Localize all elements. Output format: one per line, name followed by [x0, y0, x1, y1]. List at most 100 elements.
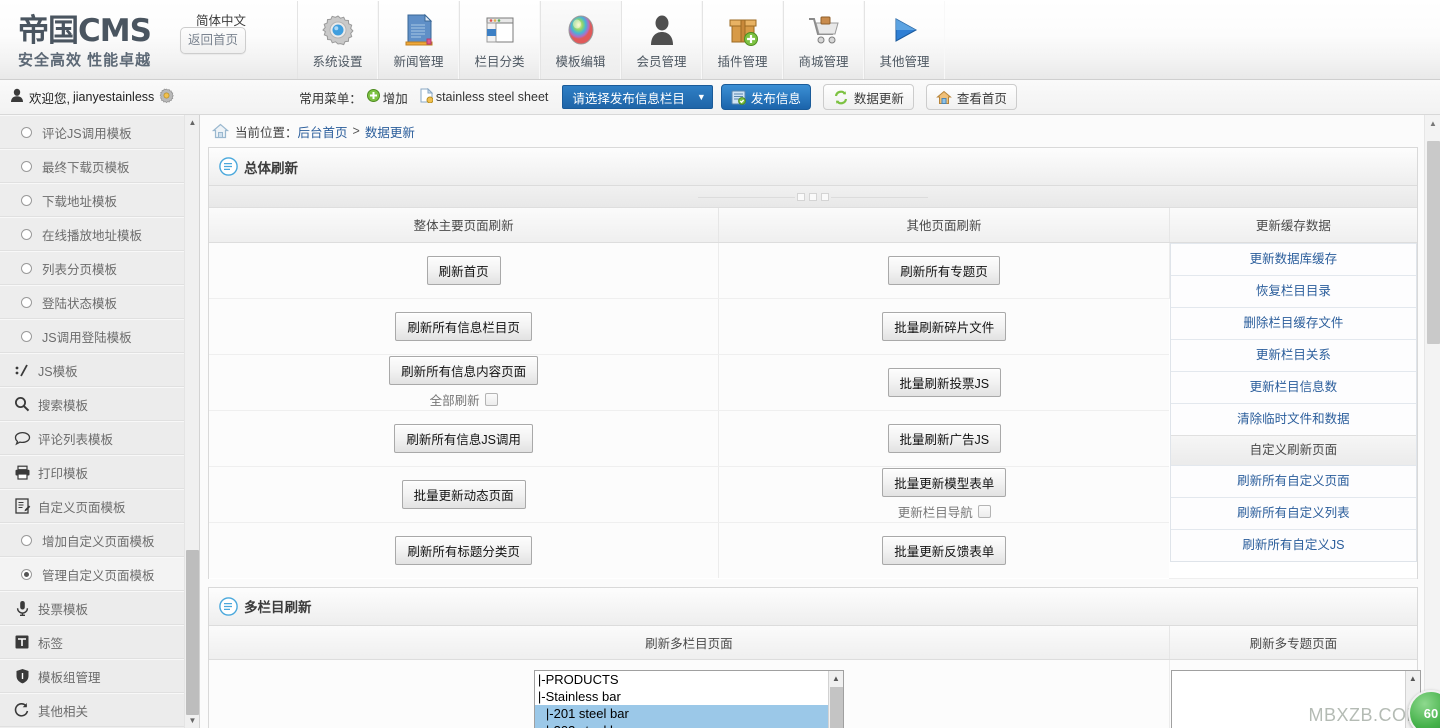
- refresh-all-title-category-pages-button[interactable]: 刷新所有标题分类页: [395, 536, 532, 565]
- scroll-down-icon[interactable]: ▼: [185, 713, 200, 728]
- common-menu-label: 常用菜单：: [299, 88, 362, 107]
- radio-icon: [14, 535, 38, 546]
- sidebar-item-manage-custom-page-template[interactable]: 管理自定义页面模板: [0, 557, 185, 591]
- cache-action-refresh-all-custom-js[interactable]: 刷新所有自定义JS: [1171, 529, 1416, 561]
- logo-title: 帝国CMS: [18, 15, 190, 48]
- sidebar-item-search-template[interactable]: 搜索模板: [0, 387, 185, 421]
- refresh-all-info-column-pages-button[interactable]: 刷新所有信息栏目页: [395, 312, 532, 341]
- batch-refresh-vote-js-button[interactable]: 批量刷新投票JS: [888, 368, 1002, 397]
- radio-icon: [14, 195, 38, 206]
- sidebar-item-js-login-template[interactable]: JS调用登陆模板: [0, 319, 185, 353]
- nav-item-system-settings[interactable]: 系统设置: [297, 1, 378, 79]
- sidebar-item-template-group-management[interactable]: 模板组管理: [0, 659, 185, 693]
- nav-item-other-management[interactable]: 其他管理: [864, 1, 945, 79]
- microphone-icon: [10, 600, 34, 616]
- sidebar-item-custom-page-template[interactable]: 自定义页面模板: [0, 489, 185, 523]
- scroll-up-icon[interactable]: ▲: [1406, 671, 1420, 686]
- data-update-button[interactable]: 数据更新: [823, 84, 914, 110]
- plus-icon[interactable]: [367, 89, 380, 105]
- breadcrumb-current-data-update[interactable]: 数据更新: [365, 122, 415, 141]
- cache-action-update-db-cache[interactable]: 更新数据库缓存: [1171, 243, 1416, 275]
- sidebar-item-list-pagination-template[interactable]: 列表分页模板: [0, 251, 185, 285]
- topic-multiselect-listbox[interactable]: ▲: [1171, 670, 1421, 728]
- sidebar-item-vote-template[interactable]: 投票模板: [0, 591, 185, 625]
- radio-icon: [14, 229, 38, 240]
- scroll-up-icon[interactable]: ▲: [1425, 115, 1440, 131]
- sidebar-item-print-template[interactable]: 打印模板: [0, 455, 185, 489]
- return-home-button[interactable]: 返回首页: [180, 27, 246, 54]
- sidebar-scrollbar[interactable]: ▲ ▼: [184, 115, 199, 728]
- list-item[interactable]: |-303 steel bar: [535, 722, 843, 728]
- gear-icon[interactable]: [159, 88, 174, 106]
- cell-refresh-all-info-content-pages: 刷新所有信息内容页面 全部刷新: [209, 354, 719, 410]
- cache-action-update-column-relations[interactable]: 更新栏目关系: [1171, 339, 1416, 371]
- sidebar-item-tag[interactable]: 标签: [0, 625, 185, 659]
- sidebar-item-js-template[interactable]: JS模板: [0, 353, 185, 387]
- refresh-homepage-button[interactable]: 刷新首页: [427, 256, 501, 285]
- list-item[interactable]: |-Stainless bar: [535, 688, 843, 705]
- tag-icon: [10, 634, 34, 650]
- nav-item-news-management[interactable]: 新闻管理: [378, 1, 459, 79]
- listbox-scroll-thumb[interactable]: [830, 687, 843, 728]
- sidebar-item-online-play-address-template[interactable]: 在线播放地址模板: [0, 217, 185, 251]
- batch-refresh-ad-js-button[interactable]: 批量刷新广告JS: [888, 424, 1002, 453]
- sidebar-item-final-download-page-template[interactable]: 最终下载页模板: [0, 149, 185, 183]
- scroll-up-icon[interactable]: ▲: [185, 115, 200, 130]
- cache-action-delete-column-cache-files[interactable]: 删除栏目缓存文件: [1171, 307, 1416, 339]
- logo-slogan: 安全高效 性能卓越: [18, 49, 190, 70]
- shield-icon: [10, 668, 34, 684]
- publish-column-select[interactable]: 请选择发布信息栏目 ▼: [562, 85, 712, 109]
- batch-update-feedback-forms-button[interactable]: 批量更新反馈表单: [882, 536, 1006, 565]
- publish-info-button[interactable]: 发布信息: [721, 84, 811, 110]
- nav-item-column-category[interactable]: 栏目分类: [459, 1, 540, 79]
- shortcut-link[interactable]: stainless steel sheet: [436, 90, 549, 104]
- panel-title: 总体刷新: [244, 157, 298, 177]
- nav-item-template-edit[interactable]: 模板编辑: [540, 1, 621, 79]
- nav-item-mall-management[interactable]: 商城管理: [783, 1, 864, 79]
- cache-action-clear-temp-files[interactable]: 清除临时文件和数据: [1171, 403, 1416, 435]
- refresh-all-topic-pages-button[interactable]: 刷新所有专题页: [888, 256, 1000, 285]
- sidebar-item-comment-list-template[interactable]: 评论列表模板: [0, 421, 185, 455]
- sidebar-item-login-status-template[interactable]: 登陆状态模板: [0, 285, 185, 319]
- cell-refresh-all-topic-pages: 刷新所有专题页: [719, 242, 1170, 298]
- sidebar-item-download-address-template[interactable]: 下载地址模板: [0, 183, 185, 217]
- decoration-square: [809, 193, 817, 201]
- add-menu-link[interactable]: 增加: [383, 88, 408, 107]
- main-scroll-thumb[interactable]: [1427, 141, 1440, 344]
- cache-action-update-column-info-count[interactable]: 更新栏目信息数: [1171, 371, 1416, 403]
- nav-item-plugin-management[interactable]: 插件管理: [702, 1, 783, 79]
- cell-cache-list: 更新数据库缓存 恢复栏目目录 删除栏目缓存文件 更新栏目关系 更新栏目信息数 清…: [1169, 242, 1417, 578]
- batch-update-model-forms-button[interactable]: 批量更新模型表单: [882, 468, 1006, 497]
- batch-refresh-fragment-files-button[interactable]: 批量刷新碎片文件: [882, 312, 1006, 341]
- list-item[interactable]: |-PRODUCTS: [535, 671, 843, 688]
- main-scrollbar[interactable]: ▲: [1424, 115, 1440, 728]
- sidebar-item-label: JS模板: [38, 361, 78, 380]
- batch-update-dynamic-pages-button[interactable]: 批量更新动态页面: [402, 480, 526, 509]
- cache-action-refresh-all-custom-lists[interactable]: 刷新所有自定义列表: [1171, 497, 1416, 529]
- nav-label: 会员管理: [636, 51, 686, 70]
- radio-icon: [14, 127, 38, 138]
- view-home-button[interactable]: 查看首页: [926, 84, 1017, 110]
- sidebar-item-other-related[interactable]: 其他相关: [0, 693, 185, 727]
- column-multiselect-listbox[interactable]: |-PRODUCTS |-Stainless bar |-201 steel b…: [534, 670, 844, 728]
- sidebar-scroll-thumb[interactable]: [186, 550, 199, 715]
- update-column-nav-checkbox[interactable]: [978, 505, 991, 518]
- refresh-all-checkbox[interactable]: [485, 393, 498, 406]
- list-item[interactable]: |-201 steel bar: [535, 705, 843, 722]
- sidebar-item-comment-js-template[interactable]: 评论JS调用模板: [0, 115, 185, 149]
- sidebar-item-add-custom-page-template[interactable]: 增加自定义页面模板: [0, 523, 185, 557]
- nav-item-member-management[interactable]: 会员管理: [621, 1, 702, 79]
- refresh-all-info-js-button[interactable]: 刷新所有信息JS调用: [394, 424, 533, 453]
- column-header-refresh-multi-topics: 刷新多专题页面: [1169, 626, 1417, 660]
- breadcrumb-link-backend-home[interactable]: 后台首页: [298, 122, 348, 141]
- refresh-all-info-content-pages-button[interactable]: 刷新所有信息内容页面: [389, 356, 538, 385]
- multi-column-refresh-panel: 多栏目刷新 刷新多栏目页面 刷新多专题页面 |-PRODUCTS: [208, 587, 1418, 728]
- table-row: 刷新首页 刷新所有专题页 更新数据库缓存 恢复栏目目录 删除栏目缓存文件 更新栏…: [209, 242, 1417, 298]
- cache-action-refresh-all-custom-pages[interactable]: 刷新所有自定义页面: [1171, 465, 1416, 497]
- cell-refresh-all-info-column-pages: 刷新所有信息栏目页: [209, 298, 719, 354]
- cache-action-restore-column-dir[interactable]: 恢复栏目目录: [1171, 275, 1416, 307]
- sidebar-item-label: 搜索模板: [38, 395, 88, 414]
- listbox-scrollbar[interactable]: ▲: [828, 671, 843, 728]
- sidebar-item-label: 模板组管理: [38, 667, 101, 686]
- scroll-up-icon[interactable]: ▲: [829, 671, 843, 686]
